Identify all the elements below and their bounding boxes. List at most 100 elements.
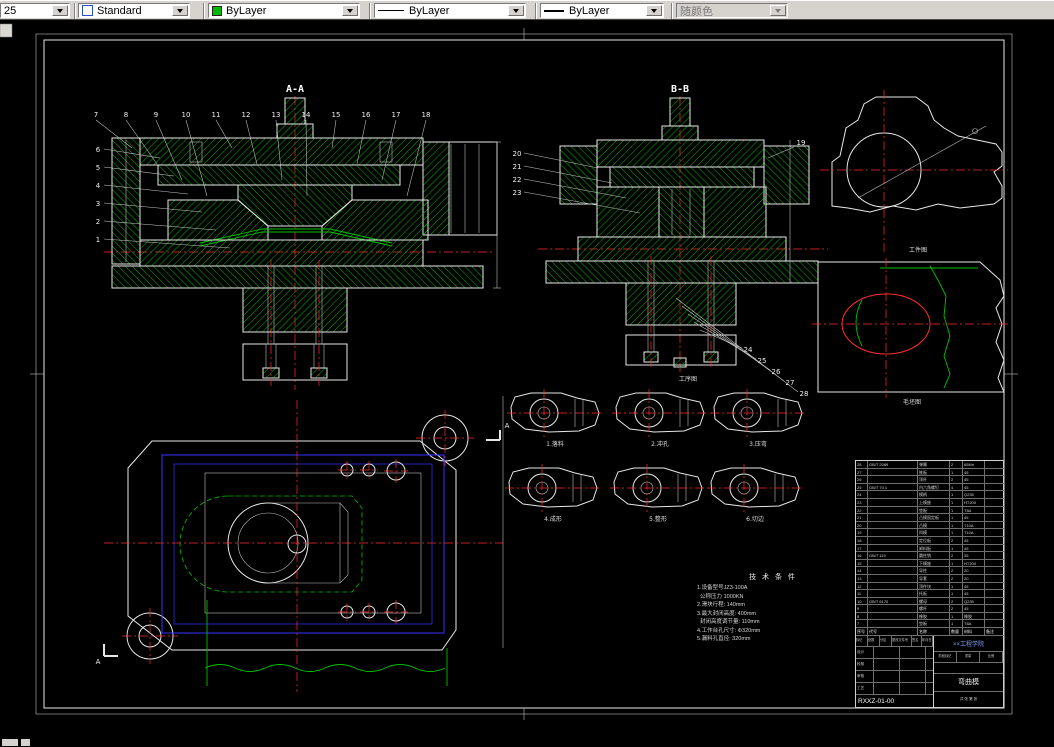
parts-cell: 凸模固定板 [918, 514, 950, 522]
parts-cell: 2 [950, 461, 963, 469]
parts-cell: 16 [856, 552, 868, 560]
chevron-down-icon[interactable] [172, 5, 188, 16]
autocad-window: A-A B-B 工件图 毛坯图 工序图 1.落料 2.冲孔 3.压弯 4.成形 … [0, 0, 1054, 747]
parts-cell: 2 [950, 552, 963, 560]
parts-cell: 13 [856, 574, 868, 583]
chevron-down-icon[interactable] [342, 5, 358, 16]
parts-cell: 23 [856, 498, 868, 507]
parts-cell [985, 574, 1005, 583]
parts-cell: 15 [856, 559, 868, 568]
properties-toolbar: 25 Standard ByLayer ByLayer ByLayer 随颜色 [0, 0, 1054, 20]
parts-cell [985, 582, 1005, 591]
parts-cell: 1 [950, 514, 963, 522]
color-swatch-icon [212, 5, 222, 16]
drawing-title: 弯曲模 [934, 674, 1003, 692]
generated-label: 9 [154, 111, 158, 119]
parts-cell: 材料 [963, 628, 985, 636]
section-mark-a-top: A [505, 422, 510, 430]
parts-cell [868, 491, 918, 499]
generated-label: 18 [422, 111, 431, 119]
parts-cell [868, 544, 918, 553]
role-blank-cell [874, 682, 900, 694]
generated-label: 6 [96, 146, 101, 154]
color-value: ByLayer [226, 4, 267, 17]
parts-cell [985, 529, 1005, 537]
role-label: 审核 [856, 670, 874, 682]
generated-label: 13 [272, 111, 281, 119]
generated-label: 25 [758, 357, 767, 365]
parts-cell [985, 597, 1005, 606]
parts-cell: 导柱 [918, 567, 950, 575]
generated-label: 6.切边 [746, 515, 764, 523]
sign-label: 分区 [880, 635, 892, 646]
parts-cell [985, 483, 1005, 492]
stage-empty-row [934, 663, 1003, 674]
parts-cell: 垫板 [918, 620, 950, 629]
role-blank-cell [900, 670, 926, 682]
parts-cell: T10A [963, 521, 985, 530]
parts-cell: 橡胶 [963, 612, 985, 621]
title-block: 28 GB/T 2089 弹簧 2 65Mn 27 推板 1 45 26 顶杆 2 45 25 GB/T 7… [855, 460, 1005, 708]
parts-cell: 代号 [868, 628, 918, 636]
stage-label: 阶段标记 [934, 651, 957, 662]
generated-label: 28 [800, 390, 809, 398]
parts-cell [868, 620, 918, 629]
parts-cell: 数量 [950, 628, 963, 636]
parts-cell: 弹簧 [918, 461, 950, 469]
parts-cell [985, 461, 1005, 469]
parts-cell: 45 [963, 536, 985, 545]
parts-cell: 下模座 [918, 559, 950, 568]
parts-cell: 1 [950, 521, 963, 530]
statusbar-fragment [2, 739, 18, 746]
linetype-combo[interactable]: ByLayer [374, 3, 526, 18]
chevron-down-icon[interactable] [646, 5, 662, 16]
text-style-combo[interactable]: Standard [78, 3, 190, 18]
tech-line: 3.最大封闭高度: 400mm [697, 610, 756, 617]
parts-cell: 22 [856, 506, 868, 515]
generated-label: 19 [797, 139, 806, 147]
parts-cell: 28 [856, 461, 868, 469]
parts-cell: 17 [856, 544, 868, 553]
parts-cell: 1 [950, 559, 963, 568]
parts-cell: 托板 [918, 590, 950, 598]
chevron-down-icon [770, 5, 786, 16]
blank-view-label: 毛坯图 [903, 398, 921, 406]
parts-cell: 螺母 [918, 597, 950, 606]
parts-cell [985, 552, 1005, 560]
parts-cell: GB/T 70.1 [868, 483, 918, 492]
chevron-down-icon[interactable] [52, 5, 68, 16]
tech-line: 1.设备型号JZ3-100A [697, 585, 748, 591]
role-blank-cell [900, 682, 926, 694]
generated-label: 14 [302, 111, 311, 119]
part-profile-view: 工件图 [820, 90, 1008, 254]
parts-cell: T8A [963, 620, 985, 629]
parts-cell: 1 [950, 491, 963, 499]
generated-label: 5.整形 [649, 515, 667, 523]
statusbar-fragment [21, 739, 30, 746]
chevron-down-icon[interactable] [508, 5, 524, 16]
parts-cell: 1 [950, 620, 963, 629]
role-label: 工艺 [856, 682, 874, 694]
school-name: ××工程学院 [934, 636, 1003, 652]
generated-label: 1 [96, 236, 100, 244]
role-blank-cell [874, 670, 900, 682]
parts-cell: 橡胶 [918, 612, 950, 621]
layer-combo[interactable]: 25 [0, 3, 70, 18]
parts-cell: 推板 [918, 468, 950, 477]
parts-cell: 8 [856, 612, 868, 621]
role-blank-cell [874, 646, 900, 658]
parts-cell [985, 612, 1005, 621]
parts-cell: 导套 [918, 574, 950, 583]
parts-cell [868, 514, 918, 522]
parts-cell: T10A [963, 529, 985, 537]
color-combo[interactable]: ByLayer [208, 3, 360, 18]
parts-cell [868, 582, 918, 591]
parts-cell [985, 559, 1005, 568]
generated-label: 23 [513, 189, 522, 197]
parts-cell: 35 [963, 552, 985, 560]
role-rows: 设计 校核 审核 工艺 [856, 646, 933, 695]
lineweight-combo[interactable]: ByLayer [540, 3, 664, 18]
parts-cell: 65Mn [963, 461, 985, 469]
parts-cell [868, 567, 918, 575]
parts-cell [985, 498, 1005, 507]
